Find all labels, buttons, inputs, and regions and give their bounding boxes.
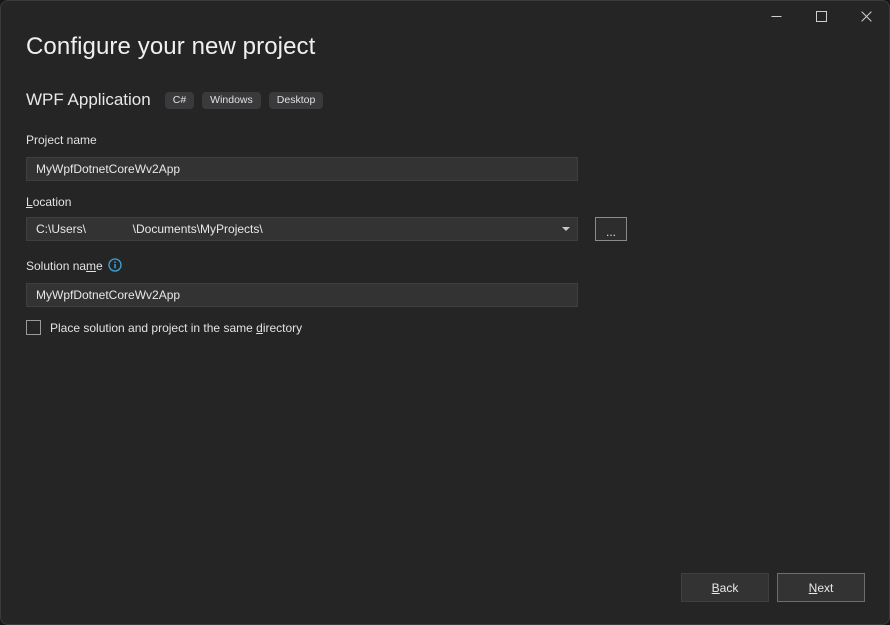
maximize-button[interactable] [799,1,844,32]
location-label-text: ocation [33,195,72,209]
configure-project-dialog: Configure your new project WPF Applicati… [0,0,890,625]
minimize-button[interactable] [754,1,799,32]
page-title: Configure your new project [26,33,315,61]
back-button-accel: B [712,581,720,595]
project-name-input[interactable] [26,157,578,181]
next-button[interactable]: Next [777,573,865,602]
solution-name-label-accel: m [86,259,96,273]
next-button-label: ext [817,581,833,595]
chevron-down-icon[interactable] [555,227,577,231]
close-icon [861,11,872,22]
next-button-accel: N [809,581,818,595]
same-directory-checkbox-row[interactable]: Place solution and project in the same d… [26,320,302,335]
same-directory-label-prefix: Place solution and project in the same [50,321,256,335]
tag-project-type: Desktop [269,92,324,109]
close-button[interactable] [844,1,889,32]
tag-platform: Windows [202,92,261,109]
browse-location-button[interactable]: ... [595,217,627,241]
info-icon[interactable] [108,258,122,272]
window-controls [754,1,889,32]
project-name-label: Project name [26,133,97,147]
minimize-icon [771,11,782,22]
location-value: C:\Users\ \Documents\MyProjects\ [27,222,555,236]
template-name: WPF Application [26,90,151,110]
back-button-label: ack [720,581,739,595]
solution-name-label-prefix: Solution na [26,259,86,273]
location-combobox[interactable]: C:\Users\ \Documents\MyProjects\ [26,217,578,241]
template-summary: WPF Application C# Windows Desktop [26,87,331,113]
back-button[interactable]: Back [681,573,769,602]
solution-name-input[interactable] [26,283,578,307]
solution-name-label: Solution name [26,259,103,273]
location-label-accel: L [26,195,33,209]
location-label: Location [26,195,71,209]
same-directory-label-suffix: irectory [263,321,302,335]
same-directory-label: Place solution and project in the same d… [50,321,302,335]
solution-name-label-suffix: e [96,259,103,273]
maximize-icon [816,11,827,22]
tag-language: C# [165,92,194,109]
same-directory-checkbox[interactable] [26,320,41,335]
same-directory-label-accel: d [256,321,263,335]
